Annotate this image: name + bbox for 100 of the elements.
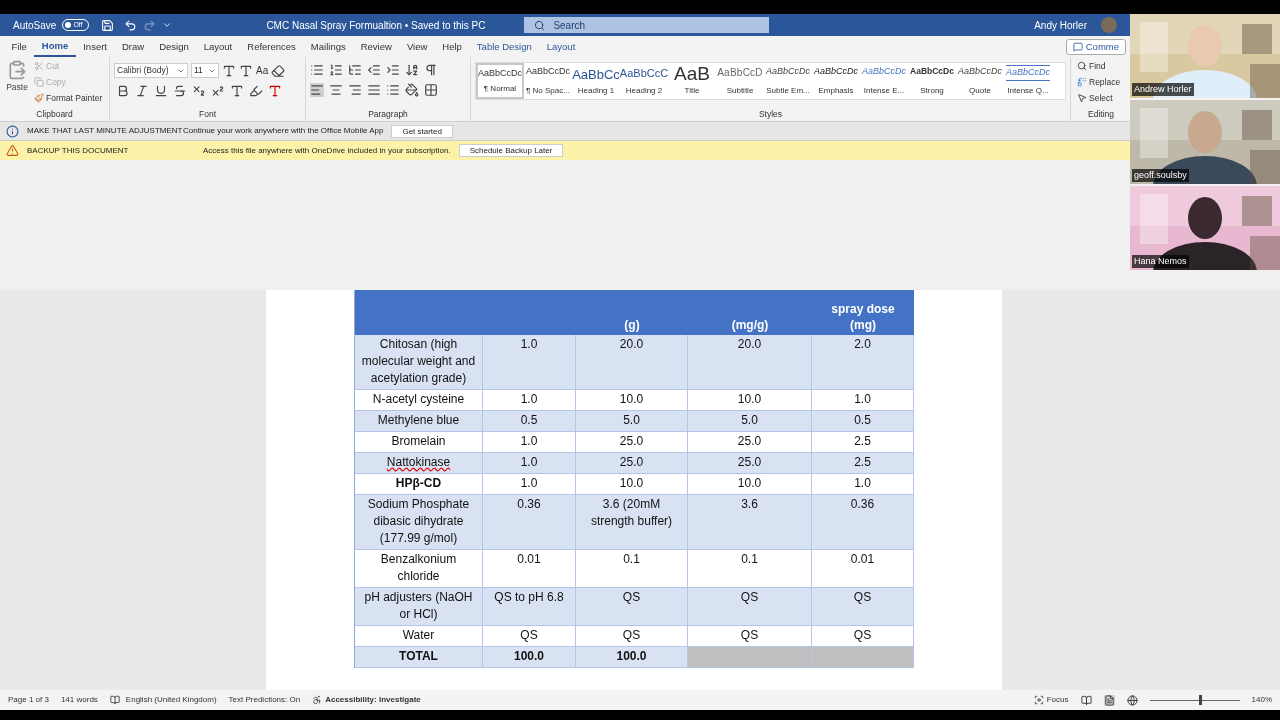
proofing-icon[interactable]: [109, 695, 120, 705]
participant-name: Andrew Horler: [1132, 82, 1194, 96]
style-item[interactable]: AaBbCcDc Intense E...: [860, 63, 908, 99]
grow-font-icon[interactable]: [222, 63, 236, 78]
style-item[interactable]: AaBbCcC Heading 2: [620, 63, 668, 99]
language[interactable]: English (United Kingdom): [125, 694, 217, 706]
format-painter-button[interactable]: Format Painter: [34, 91, 103, 105]
page-count[interactable]: Page 1 of 3: [8, 694, 49, 706]
word-count[interactable]: 141 words: [60, 694, 98, 706]
table-cell: 1.0: [854, 392, 871, 406]
highlighter-icon[interactable]: [249, 84, 263, 98]
line-spacing-icon[interactable]: [386, 83, 400, 97]
print-layout-icon[interactable]: [1103, 694, 1115, 706]
table-cell: Sodium Phosphate dibasic dihydrate (177.99 g/mol): [367, 497, 470, 545]
style-item[interactable]: AaBbCcDc Subtle Em...: [764, 63, 812, 99]
ribbon-tab[interactable]: Help: [434, 37, 470, 57]
ribbon-tab[interactable]: Layout: [539, 37, 583, 57]
table-cell: 1.0: [854, 476, 871, 490]
table-cell: 2.5: [854, 434, 871, 448]
zoom-slider[interactable]: [1149, 695, 1240, 705]
subscript-icon[interactable]: [192, 84, 206, 98]
ribbon-tab[interactable]: References: [239, 37, 304, 57]
style-item[interactable]: AaBbCcDc ¶ No Spac...: [524, 63, 572, 99]
ribbon-tab[interactable]: Review: [353, 37, 400, 57]
table-cell: 25.0: [737, 455, 762, 469]
column-header: (mg/g): [730, 317, 770, 333]
align-center-icon[interactable]: [329, 83, 343, 97]
comments-button[interactable]: Comme: [1065, 39, 1126, 55]
message-button[interactable]: Get started: [391, 124, 453, 138]
numbering-icon[interactable]: [329, 63, 343, 77]
table-cell: 25.0: [619, 434, 644, 448]
increase-indent-icon[interactable]: [386, 63, 400, 77]
multilevel-list-icon[interactable]: [348, 63, 362, 77]
table-cell: 100.0: [514, 649, 544, 663]
table-cell: 10.0: [737, 476, 762, 490]
bullets-icon[interactable]: [310, 63, 324, 77]
italic-icon[interactable]: [135, 84, 149, 98]
decrease-indent-icon[interactable]: [367, 63, 381, 77]
table-cell: 2.5: [854, 455, 871, 469]
style-item[interactable]: AaBbCcD Subtitle: [716, 63, 764, 99]
font-name-field[interactable]: Calibri (Body): [114, 63, 188, 78]
superscript-icon[interactable]: [211, 84, 225, 98]
align-right-icon[interactable]: [348, 83, 362, 97]
replace-button[interactable]: Replace: [1077, 75, 1125, 89]
undo-icon[interactable]: [124, 18, 138, 32]
text-predictions[interactable]: Text Predictions: On: [228, 694, 301, 706]
text-effects-icon[interactable]: [230, 84, 244, 98]
message-text: Continue your work anywhere with the Office Mobile App: [183, 125, 384, 137]
shading-icon[interactable]: [405, 83, 419, 97]
font-color-icon[interactable]: [268, 84, 282, 98]
clear-formatting-icon[interactable]: [271, 63, 286, 78]
focus-button[interactable]: Focus: [1033, 694, 1069, 706]
user-name[interactable]: Andy Horler: [1034, 17, 1087, 33]
find-button[interactable]: Find: [1077, 60, 1125, 73]
ribbon-tab[interactable]: Draw: [114, 37, 152, 57]
table-cell: 100.0: [616, 649, 647, 663]
select-button[interactable]: Select: [1077, 91, 1125, 105]
table-cell: QS: [740, 590, 759, 604]
ribbon-tab[interactable]: Table Design: [469, 37, 540, 57]
participant-name: geoff.soulsby: [1132, 168, 1189, 182]
table-cell: 0.01: [850, 552, 875, 566]
change-case-button[interactable]: Aa: [256, 63, 269, 78]
style-item[interactable]: AaBbCcDc Intense Q...: [1004, 63, 1052, 99]
sort-icon[interactable]: [405, 63, 419, 77]
style-item[interactable]: AaBbCcDc Emphasis: [812, 63, 860, 99]
ribbon-tab[interactable]: File: [4, 37, 35, 57]
web-layout-icon[interactable]: [1126, 694, 1138, 706]
underline-icon[interactable]: [154, 84, 168, 98]
save-icon[interactable]: [101, 18, 115, 32]
document-title[interactable]: CMC Nasal Spray Formualtion • Saved to this PC: [266, 17, 497, 33]
table-cell: Chitosan (high molecular weight and acetylation grade): [361, 337, 476, 385]
ribbon-tab[interactable]: Layout: [196, 37, 240, 57]
participant-name: Hana Nemos: [1132, 254, 1189, 268]
message-title: MAKE THAT LAST MINUTE ADJUSTMENT: [27, 125, 183, 137]
shrink-font-icon[interactable]: [239, 63, 253, 78]
style-item[interactable]: AaBbCc Heading 1: [572, 63, 620, 99]
style-item[interactable]: AaBbCcDc Quote: [956, 63, 1004, 99]
paste-button[interactable]: Paste: [0, 59, 34, 108]
style-item[interactable]: AaBbCcDc Strong: [908, 63, 956, 99]
style-item[interactable]: AaBbCcDc ¶ Normal: [476, 63, 524, 99]
justify-icon[interactable]: [367, 83, 381, 97]
table-cell: 2.0: [854, 337, 871, 351]
ribbon-tab[interactable]: Design: [151, 37, 197, 57]
accessibility-button[interactable]: Accessibility: Investigate: [312, 694, 421, 706]
align-left-icon[interactable]: [310, 83, 324, 97]
ribbon-tab[interactable]: Mailings: [303, 37, 354, 57]
message-button[interactable]: Schedule Backup Later: [458, 144, 564, 157]
customize-icon[interactable]: [162, 20, 173, 30]
read-mode-icon[interactable]: [1080, 694, 1092, 706]
borders-icon[interactable]: [424, 83, 438, 97]
bold-icon[interactable]: [116, 84, 130, 98]
ribbon-tab[interactable]: Insert: [75, 37, 115, 57]
font-size-field[interactable]: 11: [191, 63, 219, 78]
strikethrough-icon[interactable]: [173, 84, 187, 98]
style-item[interactable]: AaB Title: [668, 63, 716, 99]
ribbon-tab[interactable]: View: [399, 37, 435, 57]
zoom-level[interactable]: 140%: [1251, 694, 1272, 706]
search-field[interactable]: Search: [524, 17, 770, 33]
pilcrow-icon[interactable]: [424, 63, 438, 77]
table-cell: QS: [622, 628, 641, 642]
